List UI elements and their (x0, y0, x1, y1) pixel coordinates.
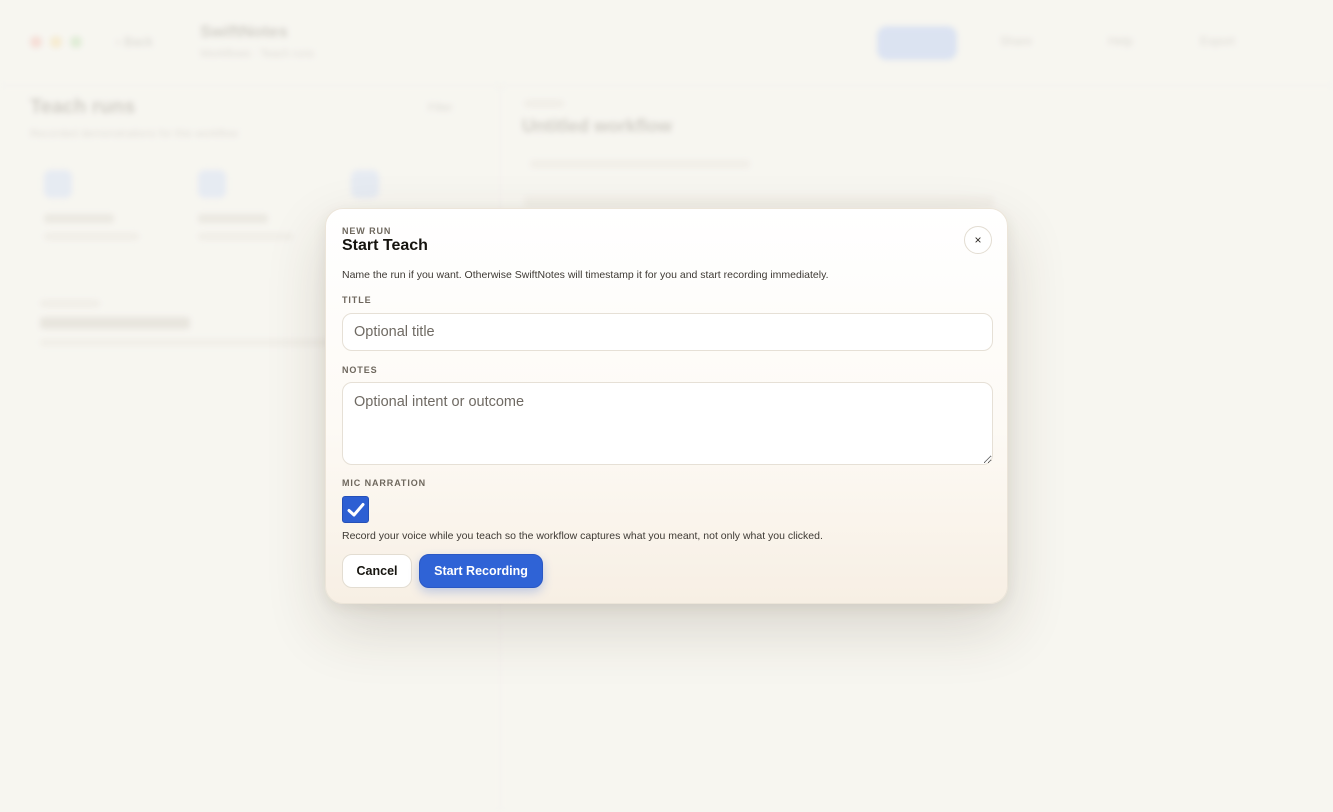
close-button[interactable]: × (964, 226, 992, 254)
notes-field-label: NOTES (342, 365, 378, 375)
checkmark-icon (347, 502, 364, 516)
dialog-kicker: NEW RUN (342, 226, 392, 236)
cancel-button[interactable]: Cancel (342, 554, 412, 588)
title-input[interactable] (342, 313, 993, 351)
mic-narration-checkbox[interactable] (342, 496, 369, 523)
dialog-description: Name the run if you want. Otherwise Swif… (342, 269, 829, 281)
close-icon: × (974, 233, 982, 247)
start-teach-dialog: NEW RUN Start Teach × Name the run if yo… (325, 208, 1008, 604)
title-field-label: TITLE (342, 295, 372, 305)
dialog-title: Start Teach (342, 237, 428, 254)
notes-textarea[interactable] (342, 382, 993, 465)
mic-narration-label: MIC NARRATION (342, 478, 427, 488)
mic-narration-help: Record your voice while you teach so the… (342, 530, 823, 542)
start-recording-button[interactable]: Start Recording (419, 554, 543, 588)
